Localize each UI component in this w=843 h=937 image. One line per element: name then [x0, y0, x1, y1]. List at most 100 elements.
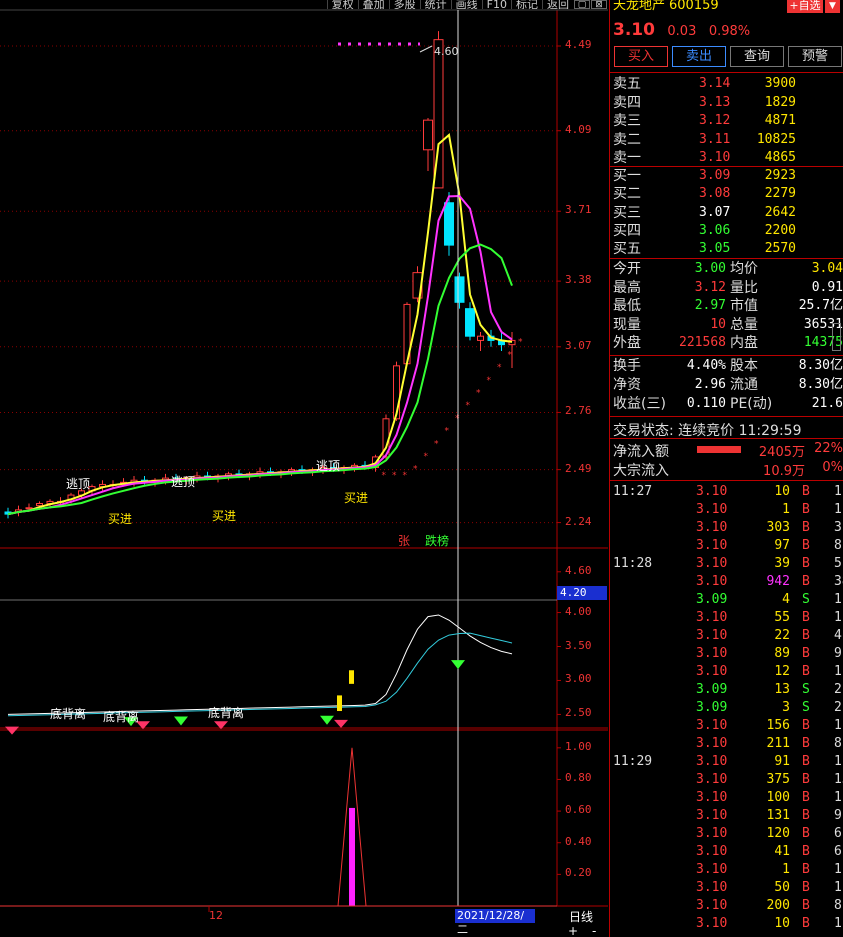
tick-price: 3.10 [696, 826, 728, 841]
tick-price: 3.10 [696, 538, 728, 553]
sell-button[interactable]: 卖出 [672, 46, 726, 67]
fund-value: 2.96 [694, 377, 726, 392]
alert-button[interactable]: 预警 [788, 46, 842, 67]
fall-list-tag[interactable]: 跌榜 [425, 532, 449, 549]
tick-direction: B [802, 610, 810, 625]
tick-count: 4 [834, 628, 842, 643]
tick-direction: B [802, 844, 810, 859]
tick-count: 2 [834, 682, 842, 697]
ask-row[interactable]: 卖四 3.13 1829 [613, 94, 843, 112]
tick-price: 3.10 [696, 898, 728, 913]
fund-label: 股本 [730, 358, 758, 374]
trail-marker: * [392, 471, 397, 481]
last-price: 3.10 [613, 20, 655, 40]
tick-count: 6 [834, 844, 842, 859]
tick-volume: 1 [782, 502, 790, 517]
tick-count: 15 [834, 772, 843, 787]
ask-price: 3.12 [699, 113, 731, 128]
stat-row: 最低 2.97 市值 25.7亿 [613, 297, 843, 315]
tick-row: 3.10 89 B 9 [610, 645, 843, 663]
toolbar-button[interactable]: 统计 [419, 0, 451, 9]
tick-count: 1 [834, 880, 842, 895]
tick-price: 3.09 [696, 592, 728, 607]
ask-row[interactable]: 卖三 3.12 4871 [613, 112, 843, 130]
stat-value: 10 [710, 316, 726, 332]
query-button[interactable]: 查询 [730, 46, 784, 67]
tick-count: 9 [834, 808, 842, 823]
toolbar-button[interactable]: 多股 [388, 0, 420, 9]
y-tick-label: 2.24 [565, 514, 592, 528]
stat-label: 量比 [730, 279, 758, 296]
tick-count: 1 [834, 916, 842, 931]
signal-buy: 买进 [212, 509, 237, 523]
tick-direction: B [802, 808, 810, 823]
bid-price: 3.09 [699, 168, 731, 183]
ask-volume: 1829 [764, 94, 796, 110]
oscillator-bar [349, 670, 354, 684]
chevron-down-icon[interactable]: ▼ [825, 0, 840, 13]
toolbar-button[interactable]: F10 [481, 0, 511, 9]
fund-label: 净资 [613, 377, 641, 393]
fund-label: 换手 [613, 358, 641, 374]
bid-price: 3.06 [699, 222, 731, 238]
bid-label: 买五 [613, 241, 641, 258]
ask-volume: 4865 [764, 150, 796, 165]
bid-row[interactable]: 买一 3.09 2923 [613, 167, 843, 185]
y-tick-label: 2.76 [565, 404, 592, 418]
tick-volume: 303 [766, 520, 790, 535]
tick-row: 11:28 3.10 39 B 5 [610, 555, 843, 573]
x-axis-tick: 12 [209, 909, 223, 922]
buy-button[interactable]: 买入 [614, 46, 668, 67]
toolbar-button[interactable]: 叠加 [357, 0, 389, 9]
ask-price: 3.13 [699, 94, 731, 110]
tick-count: 38 [834, 574, 843, 589]
kline-chart-svg[interactable]: * * ************ [0, 0, 608, 937]
tick-row: 3.10 131 B 9 [610, 807, 843, 825]
bid-row[interactable]: 买二 3.08 2279 [613, 185, 843, 203]
tick-direction: B [802, 898, 810, 913]
kline-chart-area[interactable]: * * * * * * * * * * * * * * 复权 叠加 多股 统计 画线 F10 标记 返回 ▢ ⊠ 4.4… [0, 0, 608, 937]
tick-price: 3.10 [696, 484, 728, 499]
ask-row[interactable]: 卖五 3.14 3900 [613, 75, 843, 93]
tick-direction: S [802, 682, 810, 697]
tick-price: 3.10 [696, 574, 728, 589]
tick-volume: 1 [782, 862, 790, 877]
candle-body [465, 308, 475, 337]
bid-row[interactable]: 买五 3.05 2570 [613, 240, 843, 258]
tick-row: 3.10 200 B 8 [610, 897, 843, 915]
tick-count: 8 [834, 538, 842, 553]
stat-label: 市值 [730, 298, 758, 315]
scroll-handle[interactable] [832, 323, 841, 351]
tick-price: 3.10 [696, 628, 728, 643]
zoom-out-button[interactable]: - [592, 924, 596, 937]
add-watchlist-button[interactable]: +自选 [787, 0, 823, 13]
rise-tag[interactable]: 张 [398, 532, 410, 549]
bid-price: 3.07 [699, 204, 731, 220]
ask-row[interactable]: 卖二 3.11 10825 [613, 131, 843, 149]
toolbar-button[interactable]: 标记 [511, 0, 542, 9]
close-icon[interactable]: ⊠ [591, 0, 607, 10]
toolbar-button[interactable]: 复权 [326, 0, 358, 9]
period-selector[interactable]: 日线 [569, 908, 593, 925]
tick-volume: 13 [774, 682, 790, 697]
trail-marker: * [508, 350, 513, 360]
zoom-in-button[interactable]: + [568, 924, 578, 937]
divider [610, 438, 843, 439]
bid-row[interactable]: 买三 3.07 2642 [613, 204, 843, 222]
divergence-label: 底背离 [103, 710, 140, 724]
stat-label: 今开 [613, 261, 641, 277]
tick-row: 3.10 10 B 1 [610, 915, 843, 933]
toolbar-button[interactable]: 返回 [542, 0, 573, 9]
bid-row[interactable]: 买四 3.06 2200 [613, 222, 843, 240]
fund-value: 8.30亿 [798, 358, 843, 373]
tick-row: 3.10 50 B 1 [610, 879, 843, 897]
trail-marker: * [518, 338, 523, 348]
toolbar-button[interactable]: 画线 [450, 0, 482, 9]
tick-direction: B [802, 628, 810, 643]
tick-price: 3.10 [696, 790, 728, 805]
tick-price: 3.10 [696, 862, 728, 877]
ask-row[interactable]: 卖一 3.10 4865 [613, 149, 843, 167]
tick-direction: B [802, 502, 810, 517]
restore-icon[interactable]: ▢ [574, 0, 590, 10]
oscillator-slow [7, 632, 513, 717]
